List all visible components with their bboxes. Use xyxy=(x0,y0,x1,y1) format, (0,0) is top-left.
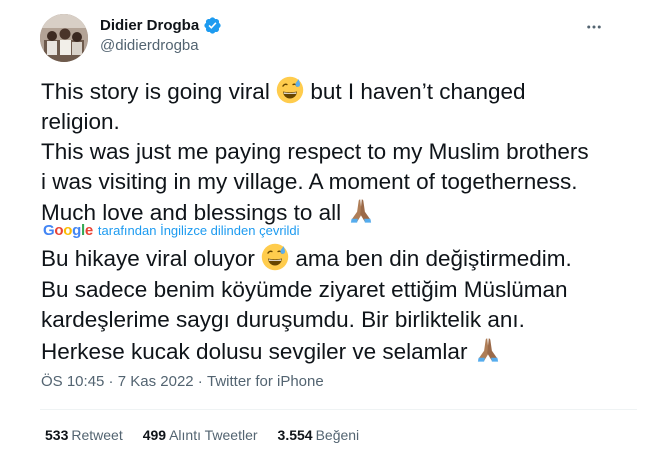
meta-separator: · xyxy=(104,373,118,390)
verified-badge-icon xyxy=(203,16,222,35)
quote-tweets-count: 499 xyxy=(142,427,167,443)
translated-line: Bu sadece benim köyümde ziyaret ettiğim … xyxy=(41,276,568,302)
translated-line: kardeşlerime saygı duruşumdu. Bir birlik… xyxy=(41,307,525,332)
retweets-stat[interactable]: 533 Retweet xyxy=(45,427,123,443)
translated-text-segment: Herkese kucak dolusu sevgiler ve selamla… xyxy=(41,338,468,364)
likes-count: 3.554 xyxy=(277,427,313,443)
tweet-stats: 533 Retweet 499 Alıntı Tweetler 3.554 Beğen… xyxy=(45,427,359,443)
avatar[interactable] xyxy=(40,14,88,62)
tweet-line: religion. xyxy=(41,109,120,134)
likes-label: Beğeni xyxy=(315,427,360,443)
google-logo: Google xyxy=(43,221,93,239)
grinning-face-with-sweat-emoji xyxy=(276,76,304,104)
meta-separator: · xyxy=(193,373,207,390)
avatar-image xyxy=(40,14,88,62)
quote-tweets-stat[interactable]: 499 Alıntı Tweetler xyxy=(143,427,258,443)
likes-stat[interactable]: 3.554 Beğeni xyxy=(278,427,360,443)
translation-notice[interactable]: Google tarafından İngilizce dilinden çev… xyxy=(43,221,300,239)
tweet-text-segment: This story is going viral xyxy=(41,79,270,104)
retweets-count: 533 xyxy=(45,427,69,443)
translated-text: Bu hikaye viral oluyor ama ben din değiş… xyxy=(41,243,641,367)
translated-text-segment: ama ben din değiştirmedim. xyxy=(295,246,572,271)
divider xyxy=(40,409,637,410)
translated-line: Bu hikaye viral oluyor ama ben din değiş… xyxy=(41,243,641,275)
quote-tweets-label: Alıntı Tweetler xyxy=(169,427,258,443)
more-options-button[interactable] xyxy=(581,14,607,40)
tweet-date[interactable]: 7 Kas 2022 xyxy=(118,373,194,390)
tweet-time[interactable]: ÖS 10:45 xyxy=(41,373,104,390)
tweet-line: This was just me paying respect to my Mu… xyxy=(41,139,589,164)
tweet-text-segment: but I haven’t changed xyxy=(310,79,526,104)
name-row: Didier Drogba xyxy=(100,15,222,35)
translated-line: Herkese kucak dolusu sevgiler ve selamla… xyxy=(41,336,641,368)
tweet-line: i was visiting in my village. A moment o… xyxy=(41,169,578,194)
more-horizontal-icon xyxy=(587,25,601,29)
tweet-line: This story is going viral but I haven’t … xyxy=(41,76,641,107)
folded-hands-emoji xyxy=(351,199,372,223)
translated-text-segment: Bu hikaye viral oluyor xyxy=(41,246,255,271)
tweet-meta: ÖS 10:45 · 7 Kas 2022 · Twitter for iPho… xyxy=(41,373,324,390)
translation-notice-text[interactable]: tarafından İngilizce dilinden çevrildi xyxy=(98,223,300,238)
grinning-face-with-sweat-emoji xyxy=(261,243,289,271)
author-handle[interactable]: @didierdrogba xyxy=(100,37,222,54)
tweet-source[interactable]: Twitter for iPhone xyxy=(207,373,324,390)
tweet-text: This story is going viral but I haven’t … xyxy=(41,76,641,228)
author-block: Didier Drogba @didierdrogba xyxy=(100,15,222,54)
folded-hands-emoji xyxy=(477,337,498,362)
retweets-label: Retweet xyxy=(71,427,123,443)
tweet: Didier Drogba @didierdrogba This story i… xyxy=(0,0,651,458)
author-name[interactable]: Didier Drogba xyxy=(100,17,199,34)
